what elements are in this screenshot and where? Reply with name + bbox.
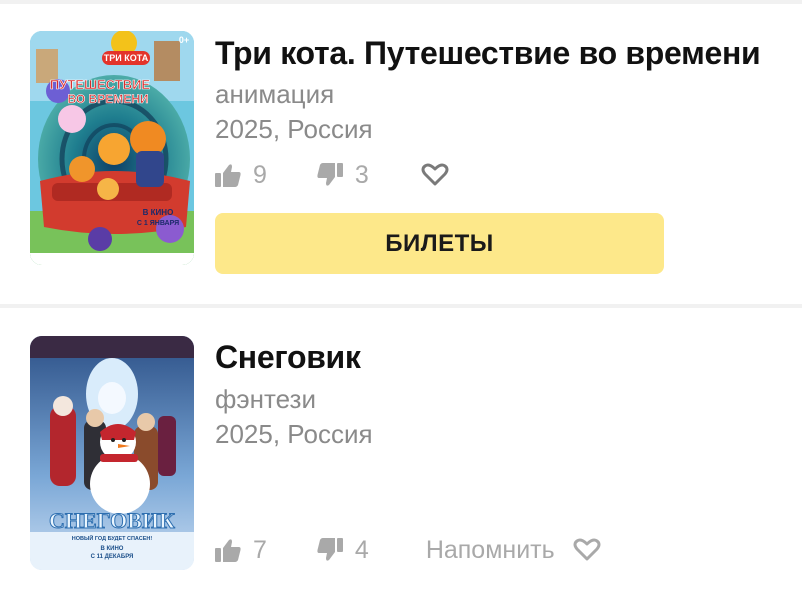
buy-tickets-button[interactable]: БИЛЕТЫ	[215, 213, 664, 274]
dislike-count: 4	[354, 535, 369, 564]
movie-actions: 7 4 Напомнить	[215, 532, 601, 568]
like-count: 9	[253, 160, 267, 189]
movie-title[interactable]: Снеговик	[215, 339, 361, 376]
heart-icon	[421, 163, 449, 187]
movie-card-tri-kota[interactable]: ТРИ КОТА 0+ ПУТЕШЕСТВИЕ ВО ВРЕМЕНИ В КИН…	[0, 0, 802, 304]
thumbs-down-icon	[317, 538, 343, 562]
movie-actions: 9 3	[215, 157, 449, 193]
movie-card-snegovik[interactable]: СНЕГОВИК НОВЫЙ ГОД БУДЕТ СПАСЕН! В КИНО …	[0, 308, 802, 600]
thumbs-up-icon	[215, 163, 241, 187]
movie-poster-snegovik[interactable]: СНЕГОВИК НОВЫЙ ГОД БУДЕТ СПАСЕН! В КИНО …	[30, 336, 194, 570]
poster-headline-line2: ВО ВРЕМЕНИ	[68, 92, 149, 106]
dislike-button[interactable]: 4	[317, 536, 369, 565]
poster-release-line1: В КИНО	[101, 546, 124, 552]
dislike-button[interactable]: 3	[317, 161, 369, 190]
dislike-count: 3	[354, 160, 369, 189]
poster-headline-line1: ПУТЕШЕСТВИЕ	[50, 77, 151, 92]
remind-label: Напомнить	[425, 535, 555, 564]
poster-logo-text: ТРИ КОТА	[104, 53, 149, 63]
poster-release-line2: С 11 ДЕКАБРЯ	[91, 554, 134, 560]
like-button[interactable]: 7	[215, 536, 267, 565]
movie-year-country: 2025, Россия	[215, 114, 373, 144]
movie-genre: анимация	[215, 79, 335, 109]
poster-logo-text: СНЕГОВИК	[49, 508, 175, 533]
favorite-button[interactable]	[421, 163, 449, 187]
poster-age-badge: 0+	[179, 35, 189, 45]
like-count: 7	[253, 535, 267, 564]
remind-button[interactable]: Напомнить	[426, 536, 601, 565]
movie-genre: фэнтези	[215, 384, 316, 414]
poster-tagline: НОВЫЙ ГОД БУДЕТ СПАСЕН!	[72, 534, 153, 542]
poster-release-line2: С 1 ЯНВАРЯ	[137, 220, 179, 227]
poster-release-line1: В КИНО	[143, 208, 174, 217]
movie-year-country: 2025, Россия	[215, 419, 373, 449]
movie-poster-tri-kota[interactable]: ТРИ КОТА 0+ ПУТЕШЕСТВИЕ ВО ВРЕМЕНИ В КИН…	[30, 31, 194, 265]
movie-title[interactable]: Три кота. Путешествие во времени	[215, 35, 761, 72]
thumbs-up-icon	[215, 538, 241, 562]
like-button[interactable]: 9	[215, 161, 267, 190]
heart-icon	[573, 538, 601, 562]
thumbs-down-icon	[317, 163, 343, 187]
